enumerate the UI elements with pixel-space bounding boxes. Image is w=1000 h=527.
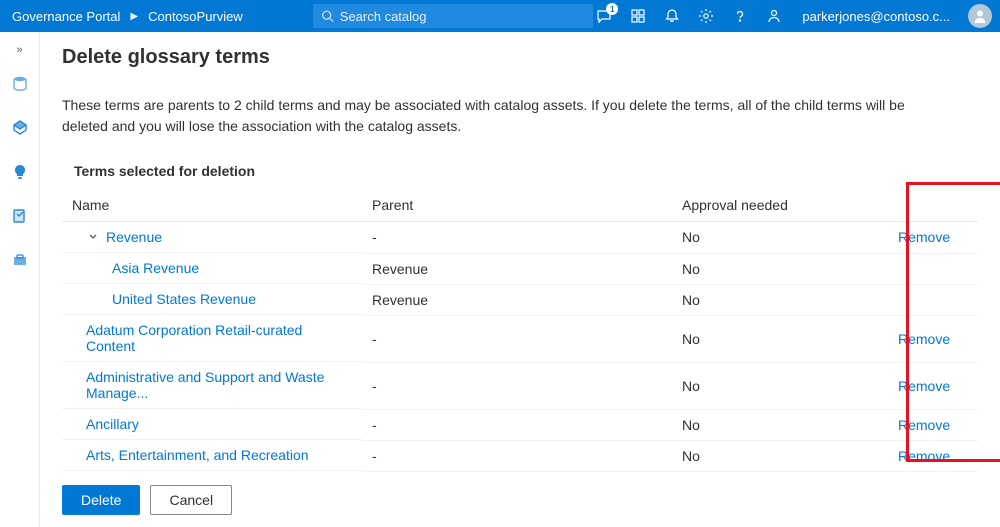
cell-name: Administrative and Support and Waste Man…	[62, 362, 362, 409]
notification-badge: 1	[606, 3, 618, 15]
search-input[interactable]	[340, 9, 585, 24]
page-description: These terms are parents to 2 child terms…	[62, 95, 942, 137]
user-email[interactable]: parkerjones@contoso.c...	[802, 9, 950, 24]
nav-item-policy[interactable]	[8, 204, 32, 228]
cell-action: Remove	[888, 362, 978, 409]
bulb-icon	[12, 164, 28, 180]
remove-link[interactable]: Remove	[898, 417, 950, 433]
cell-approval: No	[672, 253, 888, 284]
cell-action: Remove	[888, 222, 978, 254]
cell-name: Asia Revenue	[62, 253, 362, 284]
breadcrumb-separator: ▶	[130, 11, 138, 22]
delete-button[interactable]: Delete	[62, 485, 140, 515]
cell-approval: No	[672, 284, 888, 315]
table-row: United States Revenue RevenueNo	[62, 284, 978, 315]
policy-icon	[12, 208, 28, 224]
cell-action	[888, 253, 978, 284]
cell-name: United States Revenue	[62, 284, 362, 315]
gear-icon	[698, 8, 714, 24]
section-label: Terms selected for deletion	[62, 163, 978, 179]
cell-parent: Revenue	[362, 284, 672, 315]
nav-item-data[interactable]	[8, 72, 32, 96]
term-link[interactable]: Revenue	[106, 229, 162, 245]
term-link[interactable]: Adatum Corporation Retail-curated Conten…	[86, 322, 302, 354]
cell-parent: Revenue	[362, 253, 672, 284]
terms-table: Name Parent Approval needed Revenue-NoRe…	[62, 189, 978, 472]
col-parent[interactable]: Parent	[362, 189, 672, 222]
cancel-button[interactable]: Cancel	[150, 485, 232, 515]
chevron-down-icon[interactable]	[86, 230, 100, 244]
avatar[interactable]	[968, 4, 992, 28]
term-link[interactable]: Administrative and Support and Waste Man…	[86, 369, 324, 401]
remove-link[interactable]: Remove	[898, 229, 950, 245]
search-box[interactable]	[313, 4, 593, 28]
cell-parent: -	[362, 222, 672, 254]
cell-action	[888, 284, 978, 315]
table-row: Asia Revenue RevenueNo	[62, 253, 978, 284]
nav-item-insights[interactable]	[8, 160, 32, 184]
col-approval[interactable]: Approval needed	[672, 189, 888, 222]
cell-approval: No	[672, 362, 888, 409]
bell-icon	[664, 8, 680, 24]
copilot-button[interactable]	[628, 6, 648, 26]
notifications-button[interactable]	[662, 6, 682, 26]
cell-name: Arts, Entertainment, and Recreation	[62, 440, 362, 471]
cell-name: Revenue	[62, 222, 362, 253]
term-link[interactable]: Asia Revenue	[112, 260, 199, 276]
footer: Delete Cancel	[40, 475, 1000, 527]
cell-approval: No	[672, 315, 888, 362]
map-icon	[11, 119, 29, 137]
brand-governance[interactable]: Governance Portal	[12, 9, 120, 24]
term-link[interactable]: Arts, Entertainment, and Recreation	[86, 447, 309, 463]
nav-item-management[interactable]	[8, 248, 32, 272]
cell-name: Ancillary	[62, 409, 362, 440]
avatar-icon	[972, 8, 988, 24]
briefcase-icon	[12, 252, 28, 268]
expand-nav-button[interactable]: »	[0, 38, 39, 62]
search-icon	[321, 9, 334, 23]
breadcrumb: Governance Portal ▶ ContosoPurview	[12, 9, 243, 24]
remove-link[interactable]: Remove	[898, 378, 950, 394]
remove-link[interactable]: Remove	[898, 331, 950, 347]
table-row: Arts, Entertainment, and Recreation -No Re…	[62, 440, 978, 471]
cell-approval: No	[672, 440, 888, 471]
settings-button[interactable]	[696, 6, 716, 26]
left-nav: »	[0, 32, 40, 527]
copilot-icon	[630, 8, 646, 24]
cell-parent: -	[362, 440, 672, 471]
cell-action: Remove	[888, 315, 978, 362]
feedback-button[interactable]	[764, 6, 784, 26]
brand-account[interactable]: ContosoPurview	[148, 9, 243, 24]
main-content: Delete glossary terms These terms are pa…	[40, 32, 1000, 527]
col-name[interactable]: Name	[62, 189, 362, 222]
nav-item-map[interactable]	[8, 116, 32, 140]
database-icon	[11, 75, 29, 93]
header-actions: 1 parkerjones@contoso.c...	[594, 4, 992, 28]
cell-parent: -	[362, 315, 672, 362]
term-link[interactable]: Ancillary	[86, 416, 139, 432]
top-bar: Governance Portal ▶ ContosoPurview 1 par…	[0, 0, 1000, 32]
table-row: Ancillary -No Remove	[62, 409, 978, 440]
cell-action: Remove	[888, 440, 978, 471]
remove-link[interactable]: Remove	[898, 448, 950, 464]
feedback-icon	[766, 8, 782, 24]
cell-action: Remove	[888, 409, 978, 440]
cell-parent: -	[362, 409, 672, 440]
cell-approval: No	[672, 409, 888, 440]
table-row: Adatum Corporation Retail-curated Conten…	[62, 315, 978, 362]
page-title: Delete glossary terms	[62, 46, 978, 69]
table-row: Administrative and Support and Waste Man…	[62, 362, 978, 409]
table-row: Revenue -No Remove	[62, 222, 978, 254]
cell-approval: No	[672, 222, 888, 254]
term-link[interactable]: United States Revenue	[112, 291, 256, 307]
col-action	[888, 189, 978, 222]
cell-name: Adatum Corporation Retail-curated Conten…	[62, 315, 362, 362]
help-button[interactable]	[730, 6, 750, 26]
chat-button[interactable]: 1	[594, 6, 614, 26]
help-icon	[732, 8, 748, 24]
cell-parent: -	[362, 362, 672, 409]
